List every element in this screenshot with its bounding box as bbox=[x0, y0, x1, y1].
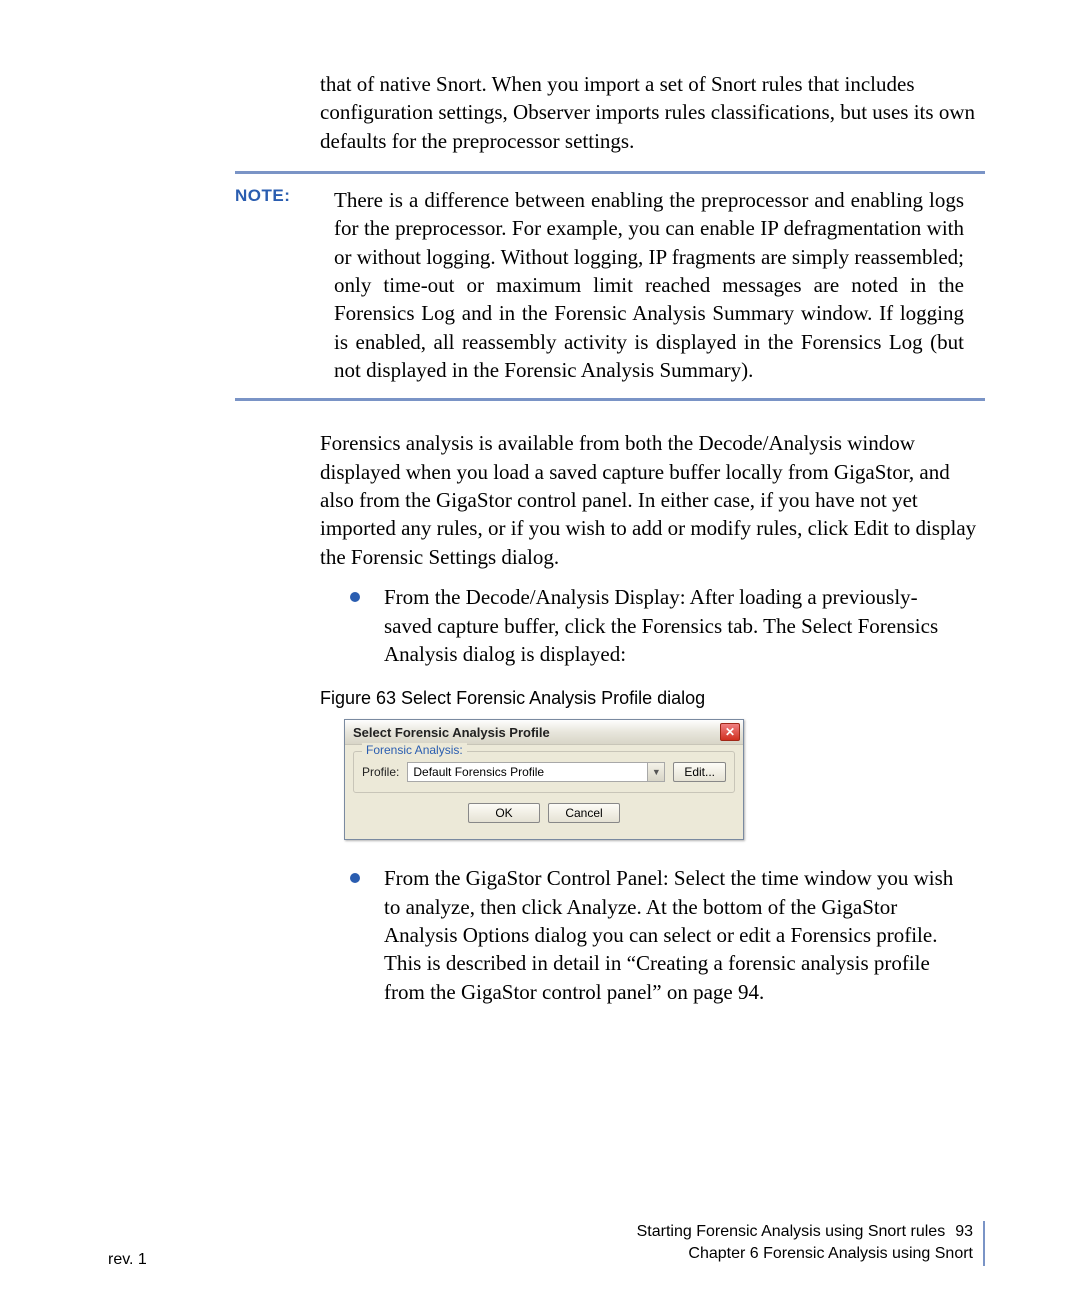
bullet-item-1: From the Decode/Analysis Display: After … bbox=[320, 583, 985, 668]
profile-select[interactable]: Default Forensics Profile ▼ bbox=[407, 762, 665, 782]
edit-button[interactable]: Edit... bbox=[673, 762, 726, 782]
note-label: NOTE: bbox=[235, 186, 290, 206]
page-footer: rev. 1 Starting Forensic Analysis using … bbox=[0, 1221, 1080, 1271]
footer-section-title: Starting Forensic Analysis using Snort r… bbox=[637, 1223, 946, 1240]
profile-label: Profile: bbox=[362, 765, 399, 779]
intro-paragraph: that of native Snort. When you import a … bbox=[320, 70, 985, 155]
bullet-1-text: From the Decode/Analysis Display: After … bbox=[384, 583, 964, 668]
paragraph-2: Forensics analysis is available from bot… bbox=[320, 429, 985, 571]
note-rule-bottom bbox=[235, 398, 985, 401]
dialog-title: Select Forensic Analysis Profile bbox=[353, 725, 550, 740]
fieldset-legend: Forensic Analysis: bbox=[362, 743, 467, 757]
profile-select-value: Default Forensics Profile bbox=[413, 765, 544, 779]
forensic-analysis-fieldset: Forensic Analysis: Profile: Default Fore… bbox=[353, 751, 735, 793]
close-icon[interactable]: ✕ bbox=[720, 723, 740, 741]
bullet-dot-icon bbox=[350, 592, 360, 602]
footer-chapter: Chapter 6 Forensic Analysis using Snort bbox=[637, 1243, 973, 1265]
chevron-down-icon: ▼ bbox=[647, 763, 664, 781]
select-forensic-profile-dialog: Select Forensic Analysis Profile ✕ Foren… bbox=[344, 719, 744, 840]
ok-button[interactable]: OK bbox=[468, 803, 540, 823]
figure-caption: Figure 63 Select Forensic Analysis Profi… bbox=[320, 688, 985, 709]
bullet-dot-icon bbox=[350, 873, 360, 883]
bullet-2-text: From the GigaStor Control Panel: Select … bbox=[384, 864, 964, 1006]
note-block: NOTE: There is a difference between enab… bbox=[320, 171, 985, 401]
page-number: 93 bbox=[945, 1223, 973, 1240]
dialog-titlebar: Select Forensic Analysis Profile ✕ bbox=[345, 720, 743, 745]
footer-revision: rev. 1 bbox=[108, 1251, 147, 1269]
note-text: There is a difference between enabling t… bbox=[334, 186, 964, 384]
bullet-item-2: From the GigaStor Control Panel: Select … bbox=[320, 864, 985, 1006]
cancel-button[interactable]: Cancel bbox=[548, 803, 620, 823]
